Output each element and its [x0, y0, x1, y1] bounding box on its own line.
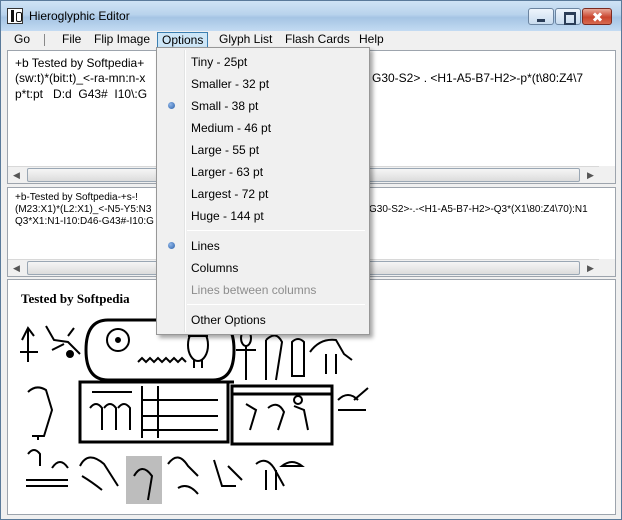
editor-line: (sw:t)*(bit:t)_<-ra-mn:n-x — [15, 71, 146, 85]
falcon-glyph-icon — [27, 386, 54, 440]
seated-glyph-icon — [265, 334, 284, 381]
hill-glyph-icon — [51, 461, 69, 469]
bread-glyph-icon — [279, 461, 305, 467]
encoding-line: G30-S2>-.-<H1-A5-B7-H2>-Q3*(X1\80:Z4\70)… — [369, 204, 588, 215]
editor-line: +b Tested by Softpedia+ — [15, 56, 145, 70]
scroll-right-icon[interactable]: ▶ — [582, 260, 599, 276]
lamp-glyph-icon — [337, 387, 369, 411]
editor-line: G30-S2> . <H1-A5-B7-H2>-p*(t\80:Z4\7 — [372, 71, 584, 85]
menu-option-tiny[interactable]: Tiny - 25pt — [159, 52, 367, 72]
highlighted-glyph-box — [126, 456, 162, 504]
maximize-button[interactable] — [555, 8, 581, 25]
menu-option-lines-between-columns: Lines between columns — [159, 280, 367, 300]
scroll-left-icon[interactable]: ◀ — [8, 167, 25, 183]
water-glyph-icon — [137, 356, 187, 364]
ankh-glyph-icon — [236, 329, 256, 380]
title-bar[interactable]: Hieroglyphic Editor — [1, 1, 621, 31]
radio-bullet-icon — [168, 102, 175, 109]
option-label: Large - 55 pt — [191, 143, 260, 157]
encoding-line: +b-Tested by Softpedia-+s-! — [15, 192, 138, 203]
menu-option-medium[interactable]: Medium - 46 pt — [159, 118, 367, 138]
menu-option-large[interactable]: Large - 55 pt — [159, 140, 367, 160]
menu-option-largest[interactable]: Largest - 72 pt — [159, 184, 367, 204]
menu-help[interactable]: Help — [355, 32, 388, 48]
vulture-glyph-icon — [255, 459, 285, 490]
close-button[interactable] — [582, 8, 612, 25]
menu-file[interactable]: File — [58, 32, 85, 48]
option-label: Huge - 144 pt — [191, 209, 264, 223]
option-label: Tiny - 25pt — [191, 55, 248, 69]
options-dropdown-menu: Tiny - 25pt Smaller - 32 pt Small - 38 p… — [156, 47, 370, 335]
scroll-corner — [599, 166, 615, 183]
menu-option-larger[interactable]: Larger - 63 pt — [159, 162, 367, 182]
option-label: Larger - 63 pt — [191, 165, 264, 179]
columns-glyph-icon — [141, 386, 218, 438]
radio-bullet-icon — [168, 242, 175, 249]
loop-glyph-icon — [26, 449, 68, 487]
menu-divider — [187, 304, 365, 305]
menu-option-other-options[interactable]: Other Options — [159, 310, 367, 330]
figures-glyph-icon — [245, 395, 309, 431]
option-label: Lines — [191, 239, 220, 253]
menu-flash-cards[interactable]: Flash Cards — [281, 32, 354, 48]
cobra-glyph-icon — [167, 456, 199, 495]
app-icon[interactable] — [7, 8, 23, 24]
menu-divider — [187, 230, 365, 231]
option-label: Smaller - 32 pt — [191, 77, 270, 91]
vase-glyph-icon — [291, 338, 305, 377]
option-label: Lines between columns — [191, 283, 317, 297]
menu-option-columns[interactable]: Columns — [159, 258, 367, 278]
snake-glyph-icon — [79, 456, 119, 491]
option-label: Medium - 46 pt — [191, 121, 272, 135]
encoding-line: (M23:X1)*(L2:X1)_<-N5-Y5:N3 — [15, 204, 152, 215]
menu-flip-image[interactable]: Flip Image — [90, 32, 154, 48]
owl-glyph-icon — [213, 459, 243, 487]
menu-option-small[interactable]: Small - 38 pt — [159, 96, 367, 116]
menu-separator — [44, 34, 45, 46]
reed-glyph-icon — [20, 326, 38, 362]
option-label: Columns — [191, 261, 239, 275]
ibis-glyph-icon — [309, 338, 353, 374]
menu-option-lines[interactable]: Lines — [159, 236, 367, 256]
option-label: Other Options — [191, 313, 266, 327]
menu-option-huge[interactable]: Huge - 144 pt — [159, 206, 367, 226]
menu-options[interactable]: Options — [157, 32, 209, 48]
menu-glyph-list[interactable]: Glyph List — [215, 32, 276, 48]
scroll-corner — [599, 259, 615, 276]
birds-glyph-icon — [89, 391, 132, 430]
window-title: Hieroglyphic Editor — [29, 9, 130, 23]
scroll-right-icon[interactable]: ▶ — [582, 167, 599, 183]
scroll-left-icon[interactable]: ◀ — [8, 260, 25, 276]
menu-option-smaller[interactable]: Smaller - 32 pt — [159, 74, 367, 94]
sun-glyph-icon — [106, 328, 130, 352]
editor-line: p*t:pt D:d G43# I10\:G — [15, 87, 148, 101]
option-label: Small - 38 pt — [191, 99, 259, 113]
menu-go[interactable]: Go — [10, 32, 34, 48]
bee-glyph-icon — [45, 325, 81, 358]
encoding-line: Q3*X1:N1-I10:D46-G43#-I10:G — [15, 216, 154, 227]
option-label: Largest - 72 pt — [191, 187, 269, 201]
minimize-button[interactable] — [528, 8, 554, 25]
